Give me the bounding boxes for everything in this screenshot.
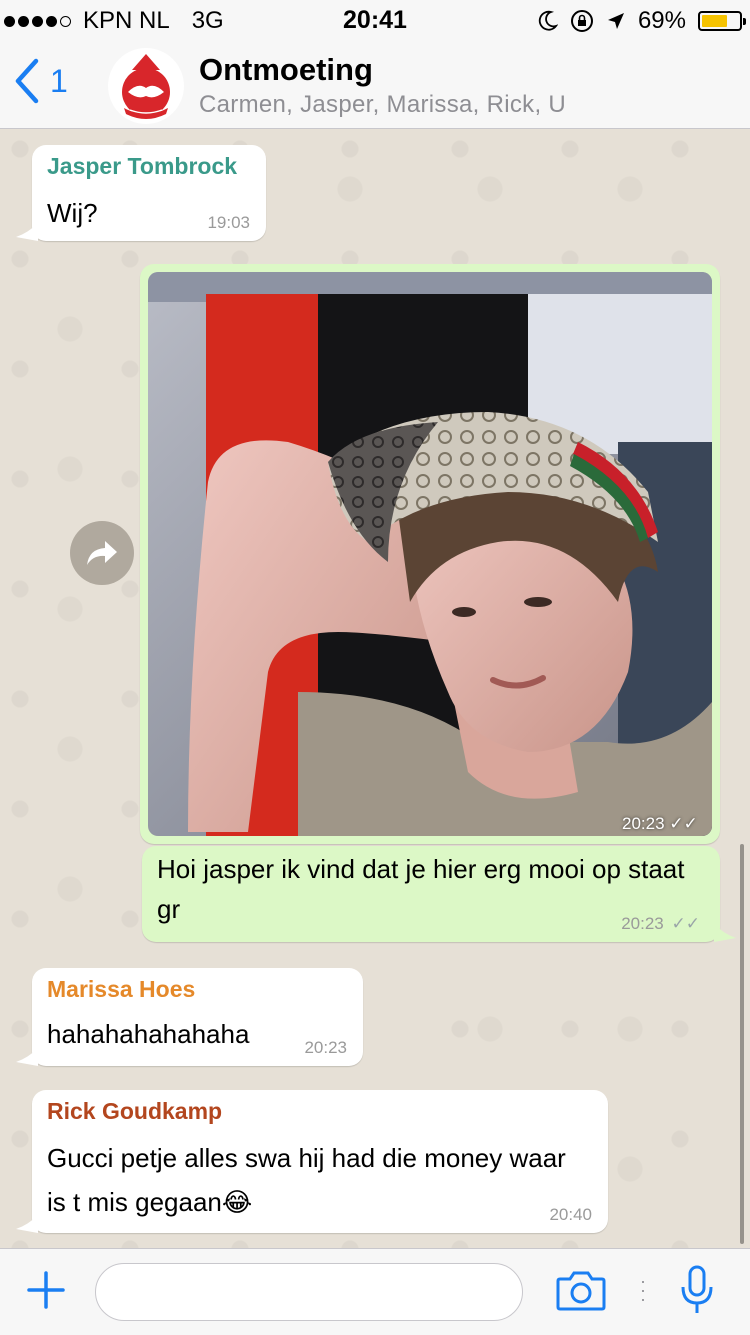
message-sender: Marissa Hoes [47, 976, 196, 1002]
chat-participants[interactable]: Carmen, Jasper, Marissa, Rick, U [199, 91, 566, 119]
bubble-tail [16, 1048, 38, 1066]
bubble-tail [714, 924, 736, 942]
message-time: 20:23 [621, 914, 664, 933]
camera-icon[interactable] [556, 1269, 606, 1313]
shared-photo[interactable] [148, 272, 712, 836]
message-sender: Jasper Tombrock [47, 153, 238, 179]
message-time: 20:40 [549, 1205, 592, 1224]
battery-icon [698, 11, 746, 31]
separator-dots: · · · [640, 1271, 646, 1309]
microphone-icon[interactable] [680, 1265, 714, 1317]
status-bar: KPN NL 3G 20:41 69% [0, 0, 750, 40]
forward-button[interactable] [70, 521, 134, 585]
forward-arrow-icon [87, 541, 117, 565]
chat-area[interactable]: Jasper Tombrock Wij? 19:03 20:23 ✓✓ Hoi … [0, 129, 750, 1248]
message-bubble-outgoing[interactable]: Hoi jasper ik vind dat je hier erg mooi … [142, 846, 720, 942]
back-button[interactable]: 1 [14, 58, 68, 104]
orientation-lock-icon [570, 10, 593, 32]
message-text: hahahahahahaha [47, 1019, 250, 1049]
group-avatar[interactable] [108, 48, 184, 124]
image-timestamp: 20:23 ✓✓ [622, 814, 698, 834]
message-bubble-incoming[interactable]: Jasper Tombrock Wij? 19:03 [32, 145, 266, 241]
double-check-icon: ✓✓ [671, 914, 701, 933]
chevron-left-icon [15, 58, 39, 104]
message-composer: · · · [0, 1248, 750, 1335]
message-status: 20:23 ✓✓ [621, 914, 700, 934]
bubble-tail [16, 1215, 38, 1233]
chat-title[interactable]: Ontmoeting [199, 52, 373, 88]
message-input[interactable] [95, 1263, 523, 1321]
plus-icon[interactable] [26, 1270, 66, 1310]
message-time: 20:23 [304, 1038, 347, 1057]
message-sender: Rick Goudkamp [47, 1098, 223, 1124]
status-right: 69% [538, 7, 746, 35]
bubble-tail [16, 223, 38, 241]
message-text: Hoi jasper ik vind dat je hier erg mooi … [157, 854, 685, 924]
unread-count: 1 [50, 62, 68, 99]
scrollbar[interactable] [740, 844, 744, 1244]
moon-icon [538, 10, 558, 31]
message-bubble-incoming[interactable]: Rick Goudkamp Gucci petje alles swa hij … [32, 1090, 608, 1233]
message-text: Gucci petje alles swa hij had die money … [47, 1143, 566, 1217]
image-time: 20:23 [622, 814, 665, 833]
message-bubble-incoming[interactable]: Marissa Hoes hahahahahahaha 20:23 [32, 968, 363, 1066]
location-arrow-icon [607, 13, 624, 29]
message-time: 19:03 [207, 213, 250, 232]
chat-header: 1 Ontmoeting Carmen, Jasper, Marissa, Ri… [0, 40, 750, 129]
group-handshake-logo [122, 54, 170, 119]
double-check-icon: ✓✓ [669, 814, 698, 833]
message-text: Wij? [47, 198, 98, 228]
photo-selfie-cap [148, 272, 712, 836]
battery-percent: 69% [637, 7, 686, 34]
